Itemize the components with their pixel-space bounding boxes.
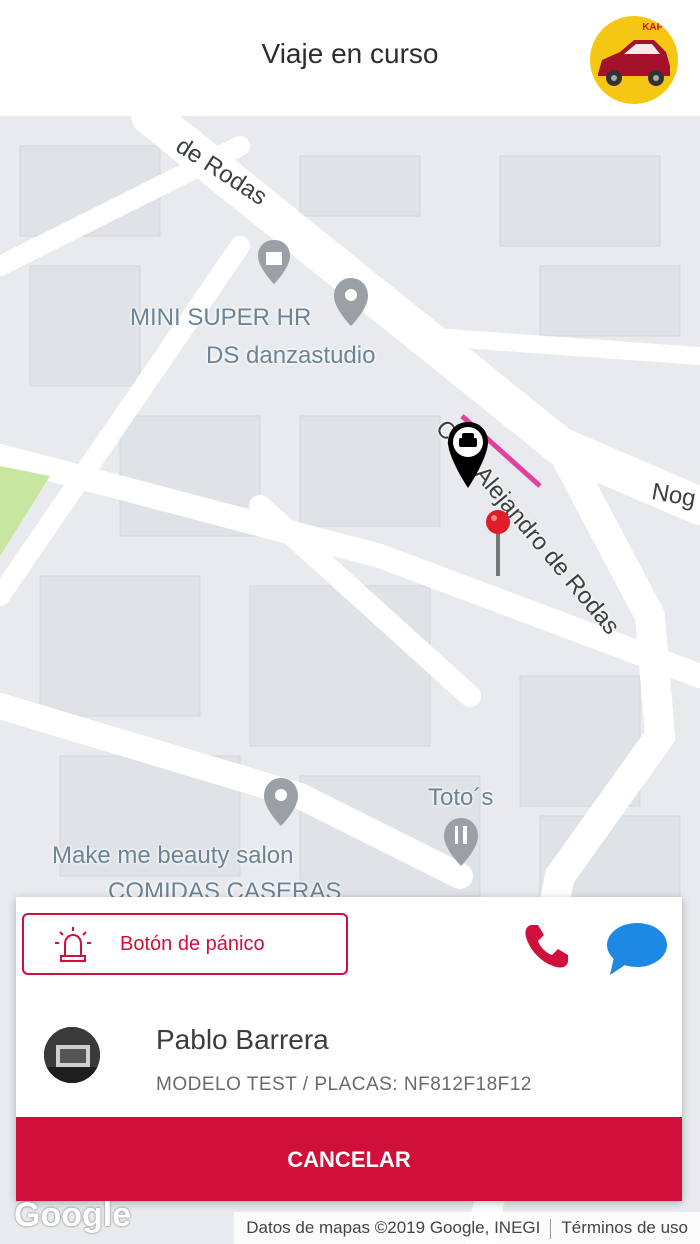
driver-photo bbox=[44, 1027, 100, 1083]
driver-name: Pablo Barrera bbox=[156, 1024, 329, 1055]
restaurant-icon[interactable] bbox=[442, 816, 480, 868]
poi-label-danzastudio[interactable]: DS danzastudio bbox=[206, 342, 375, 370]
place-pin-icon[interactable] bbox=[332, 276, 370, 328]
app-header: Viaje en curso KAPY bbox=[0, 0, 700, 116]
driver-avatar bbox=[44, 1027, 100, 1083]
chat-icon[interactable] bbox=[604, 919, 670, 979]
place-pin-icon[interactable] bbox=[262, 776, 300, 828]
poi-label-beauty-salon[interactable]: Make me beauty salon bbox=[52, 842, 293, 870]
poi-label-minisuper[interactable]: MINI SUPER HR bbox=[130, 304, 311, 332]
panic-button-label: Botón de pánico bbox=[120, 933, 265, 955]
destination-pin-icon bbox=[486, 510, 510, 576]
taxi-marker-icon bbox=[448, 422, 488, 488]
siren-icon bbox=[55, 927, 91, 962]
terms-link[interactable]: Términos de uso bbox=[561, 1218, 688, 1237]
cancel-button[interactable]: CANCELAR bbox=[16, 1117, 682, 1201]
map-attribution: Datos de mapas ©2019 Google, INEGI Términ… bbox=[234, 1212, 700, 1244]
google-logo: Google bbox=[14, 1196, 132, 1234]
phone-icon[interactable] bbox=[518, 919, 574, 975]
panic-button[interactable]: Botón de pánico bbox=[22, 913, 348, 975]
vehicle-info: MODELO TEST / PLACAS: NF812F18F12 bbox=[156, 1074, 532, 1095]
attribution-separator bbox=[550, 1218, 552, 1239]
app-logo: KAPY bbox=[590, 16, 678, 104]
logo-text: KAPY bbox=[642, 22, 670, 33]
poi-label-totos[interactable]: Toto´s bbox=[428, 784, 493, 812]
trip-card: Botón de pánico Pablo Barrera MODELO TES… bbox=[16, 897, 682, 1201]
shopping-bag-icon[interactable] bbox=[256, 238, 292, 286]
attribution-text: Datos de mapas ©2019 Google, INEGI bbox=[246, 1218, 541, 1237]
